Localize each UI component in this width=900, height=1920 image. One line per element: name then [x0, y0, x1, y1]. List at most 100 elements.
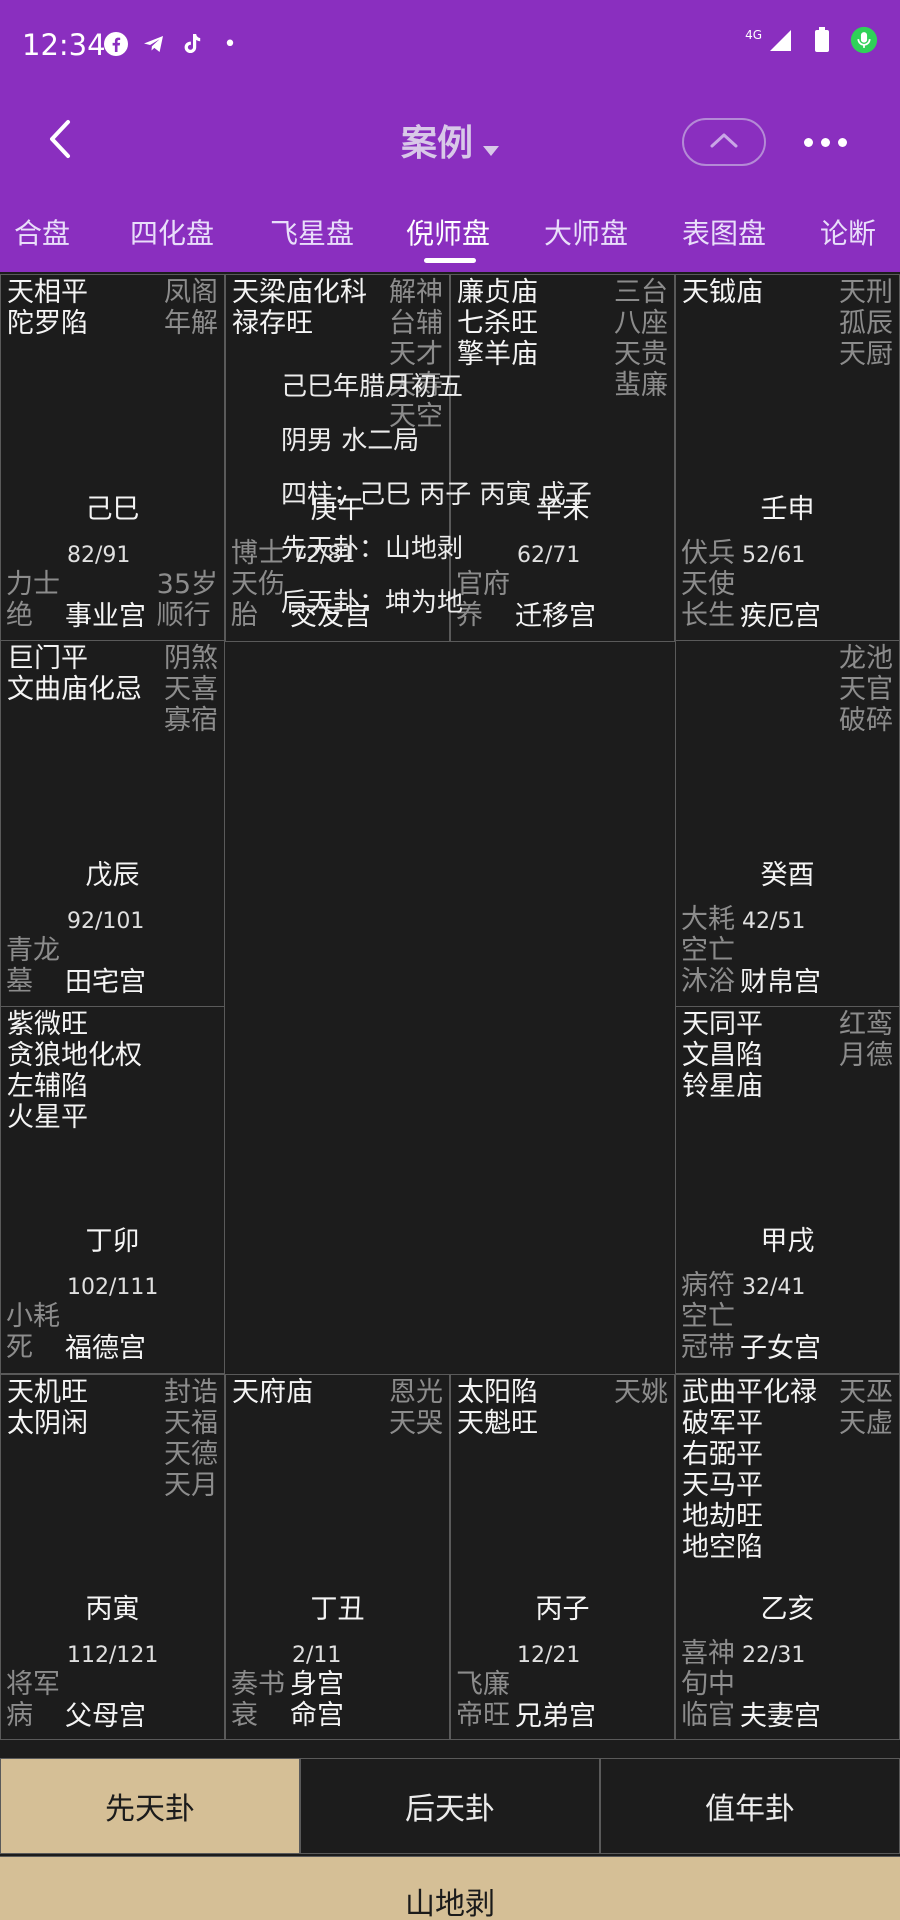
palace-cell[interactable]: 龙池 天官 破碎 癸酉 42/51 大耗 空亡 沐浴 财帛宫 [675, 640, 900, 1008]
major-stars: 天相平 陀罗陷 [7, 277, 88, 339]
minor-star: 阴煞 [164, 643, 218, 674]
tab-ni-master[interactable]: 倪师盘 [406, 212, 490, 252]
spirit-list: 大耗 空亡 沐浴 [681, 904, 735, 997]
spirit: 帝旺 [456, 1700, 510, 1731]
spirit: 衰 [231, 1700, 258, 1731]
minor-stars: 天巫 天虚 [839, 1377, 893, 1439]
major-star: 贪狼地化权 [7, 1040, 142, 1071]
battery-icon [808, 26, 836, 54]
spirit: 伏兵 [681, 538, 735, 569]
palace-name: 兄弟宫 [515, 1701, 596, 1732]
major-stars: 天机旺 太阴闲 [7, 1377, 88, 1439]
tab-four-transformations[interactable]: 四化盘 [130, 212, 214, 252]
palace-cell[interactable]: 天同平 文昌陷 铃星庙 红鸾 月德 甲戌 32/41 病符 空亡 冠带 子女宫 [675, 1006, 900, 1374]
major-star: 太阳陷 [457, 1377, 538, 1408]
stem-branch: 丁卯 [85, 1226, 140, 1257]
collapse-button[interactable] [682, 118, 766, 166]
tiktok-icon [178, 30, 206, 58]
minor-star: 天姚 [614, 1377, 668, 1408]
minor-stars: 阴煞 天喜 寡宿 [164, 643, 218, 736]
network-4g-label: 4G [745, 28, 762, 42]
palace-cell[interactable]: 天机旺 太阴闲 封诰 天福 天德 天月 丙寅 112/121 将军病父母宫 [0, 1374, 225, 1740]
minor-star: 天喜 [164, 674, 218, 705]
tab-yearly[interactable]: 值年卦 [600, 1758, 900, 1854]
major-stars: 紫微旺 贪狼地化权 左辅陷 火星平 [7, 1009, 142, 1133]
notification-dot: • [223, 31, 237, 57]
spirit: 小耗 [6, 1301, 60, 1332]
stem-branch: 乙亥 [760, 1594, 815, 1625]
major-star: 紫微旺 [7, 1009, 88, 1040]
major-star: 太阴闲 [7, 1408, 88, 1439]
chart-type-tabs: 合盘 四化盘 飞星盘 倪师盘 大师盘 表图盘 论断 [0, 188, 900, 272]
chevron-up-icon [710, 133, 738, 148]
spirit: 大耗 [681, 904, 735, 935]
minor-stars: 天姚 [614, 1377, 668, 1408]
major-stars: 武曲平化禄 破军平 右弼平 天马平 地劫旺 地空陷 [682, 1377, 817, 1563]
status-time: 12:34 [22, 28, 106, 62]
stem-branch: 丙寅 [85, 1594, 140, 1625]
major-stars: 天同平 文昌陷 铃星庙 [682, 1009, 763, 1102]
major-star: 天魁旺 [457, 1408, 538, 1439]
age-range: 2/11 [292, 1643, 342, 1668]
spirit: 旬中 [681, 1669, 735, 1700]
more-options-button[interactable] [800, 122, 850, 162]
palace-cell[interactable]: 天府庙 恩光 天哭 丁丑 2/11 奏书衰身宫 命宫 [225, 1374, 450, 1740]
spirit: 长生 [681, 600, 735, 631]
spirit: 飞廉 [456, 1669, 510, 1700]
tab-pre-heaven[interactable]: 先天卦 [0, 1758, 300, 1854]
tab-grand-master[interactable]: 大师盘 [544, 212, 628, 252]
minor-star: 天德 [164, 1439, 218, 1470]
minor-star: 天哭 [389, 1408, 443, 1439]
minor-star: 天巫 [839, 1377, 893, 1408]
palace-cell[interactable]: 天相平 陀罗陷 凤阁 年解 己巳 82/91 力士绝 35岁 顺行 事业宫 [0, 274, 225, 642]
palace-cell[interactable]: 紫微旺 贪狼地化权 左辅陷 火星平 丁卯 102/111 小耗死福德宫 [0, 1006, 225, 1374]
minor-star: 天虚 [839, 1408, 893, 1439]
minor-star: 寡宿 [164, 705, 218, 736]
minor-star: 年解 [164, 308, 218, 339]
tab-flying-star[interactable]: 飞星盘 [270, 212, 354, 252]
major-star: 地空陷 [682, 1532, 763, 1563]
palace-cell[interactable]: 武曲平化禄 破军平 右弼平 天马平 地劫旺 地空陷 天巫 天虚 乙亥 22/31 喜神 旬中 临官 夫妻宫 [675, 1374, 900, 1740]
spirit-list: 病符 空亡 冠带 [681, 1270, 735, 1363]
tab-combined[interactable]: 合盘 [14, 212, 70, 252]
minor-star: 月德 [839, 1040, 893, 1071]
major-star: 文昌陷 [682, 1040, 763, 1071]
palace-name: 疾厄宫 [740, 601, 821, 632]
spirit: 临官 [681, 1700, 735, 1731]
minor-star: 红鸾 [839, 1009, 893, 1040]
major-star: 禄存旺 [232, 308, 313, 339]
stem-branch: 戊辰 [85, 860, 140, 891]
tab-table-chart[interactable]: 表图盘 [682, 212, 766, 252]
palace-cell[interactable]: 天钺庙 天刑 孤辰 天厨 壬申 52/61 伏兵 天使 长生 疾厄宫 [675, 274, 900, 642]
major-stars: 天钺庙 [682, 277, 763, 308]
palace-cell[interactable]: 太阳陷 天魁旺 天姚 丙子 12/21 飞廉 帝旺 兄弟宫 [450, 1374, 675, 1740]
palace-name: 身宫 命宫 [290, 1669, 344, 1731]
major-star: 天马平 [682, 1470, 763, 1501]
spirit: 奏书 [231, 1669, 285, 1700]
major-star: 天梁庙化科 [232, 277, 367, 308]
chart-center-info: 己巳年腊月初五 阴男 水二局 四柱：己巳 丙子 丙寅 戊子 先天卦：山地剥 后天… [225, 366, 675, 1100]
major-star: 廉贞庙 [457, 277, 538, 308]
major-stars: 天府庙 [232, 1377, 313, 1408]
major-star: 天机旺 [7, 1377, 88, 1408]
minor-stars: 红鸾 月德 [839, 1009, 893, 1071]
tab-judgment[interactable]: 论断 [820, 212, 876, 252]
palace-cell[interactable]: 巨门平 文曲庙化忌 阴煞 天喜 寡宿 戊辰 92/101 青龙墓田宅宫 [0, 640, 225, 1008]
major-star: 武曲平化禄 [682, 1377, 817, 1408]
minor-stars: 天刑 孤辰 天厨 [839, 277, 893, 370]
minor-star: 天刑 [839, 277, 893, 308]
signal-icon [766, 26, 794, 54]
spirit-list: 飞廉 帝旺 [456, 1669, 510, 1731]
spirit: 青龙 [6, 935, 60, 966]
spirit: 喜神 [681, 1638, 735, 1669]
stem-branch: 丁丑 [310, 1594, 365, 1625]
pre-heaven-hexagram: 先天卦：山地剥 [281, 534, 464, 564]
palace-name: 田宅宫 [65, 967, 146, 998]
tab-post-heaven[interactable]: 后天卦 [300, 1758, 600, 1854]
spirit-list: 力士绝 [6, 569, 60, 631]
stem-branch: 丙子 [535, 1594, 590, 1625]
major-star: 文曲庙化忌 [7, 674, 142, 705]
major-star: 右弼平 [682, 1439, 763, 1470]
spirit: 力士 [6, 569, 60, 600]
spirit: 沐浴 [681, 966, 735, 997]
